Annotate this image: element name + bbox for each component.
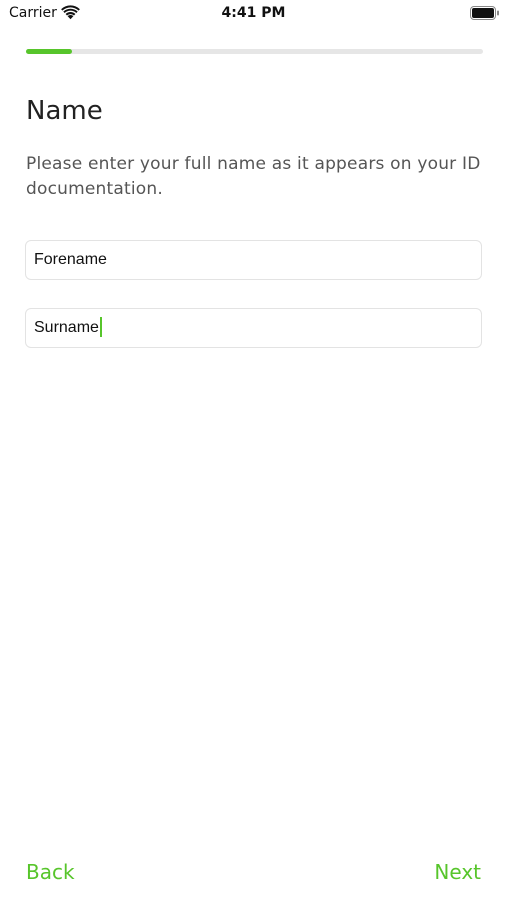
battery-icon [470,6,499,20]
back-button[interactable]: Back [26,860,75,884]
surname-field[interactable]: Surname [25,308,482,348]
forename-placeholder: Forename [34,251,107,268]
progress-bar-fill [26,49,72,54]
next-button[interactable]: Next [434,860,481,884]
status-bar: Carrier 4:41 PM [0,0,507,30]
surname-placeholder: Surname [34,319,99,336]
page-title: Name [26,96,103,126]
status-time: 4:41 PM [221,5,286,21]
progress-bar [26,49,483,54]
surname-text-wrapper: Surname [34,309,102,347]
forename-field[interactable]: Forename [25,240,482,280]
page-description: Please enter your full name as it appear… [26,154,481,199]
text-cursor [99,316,102,337]
